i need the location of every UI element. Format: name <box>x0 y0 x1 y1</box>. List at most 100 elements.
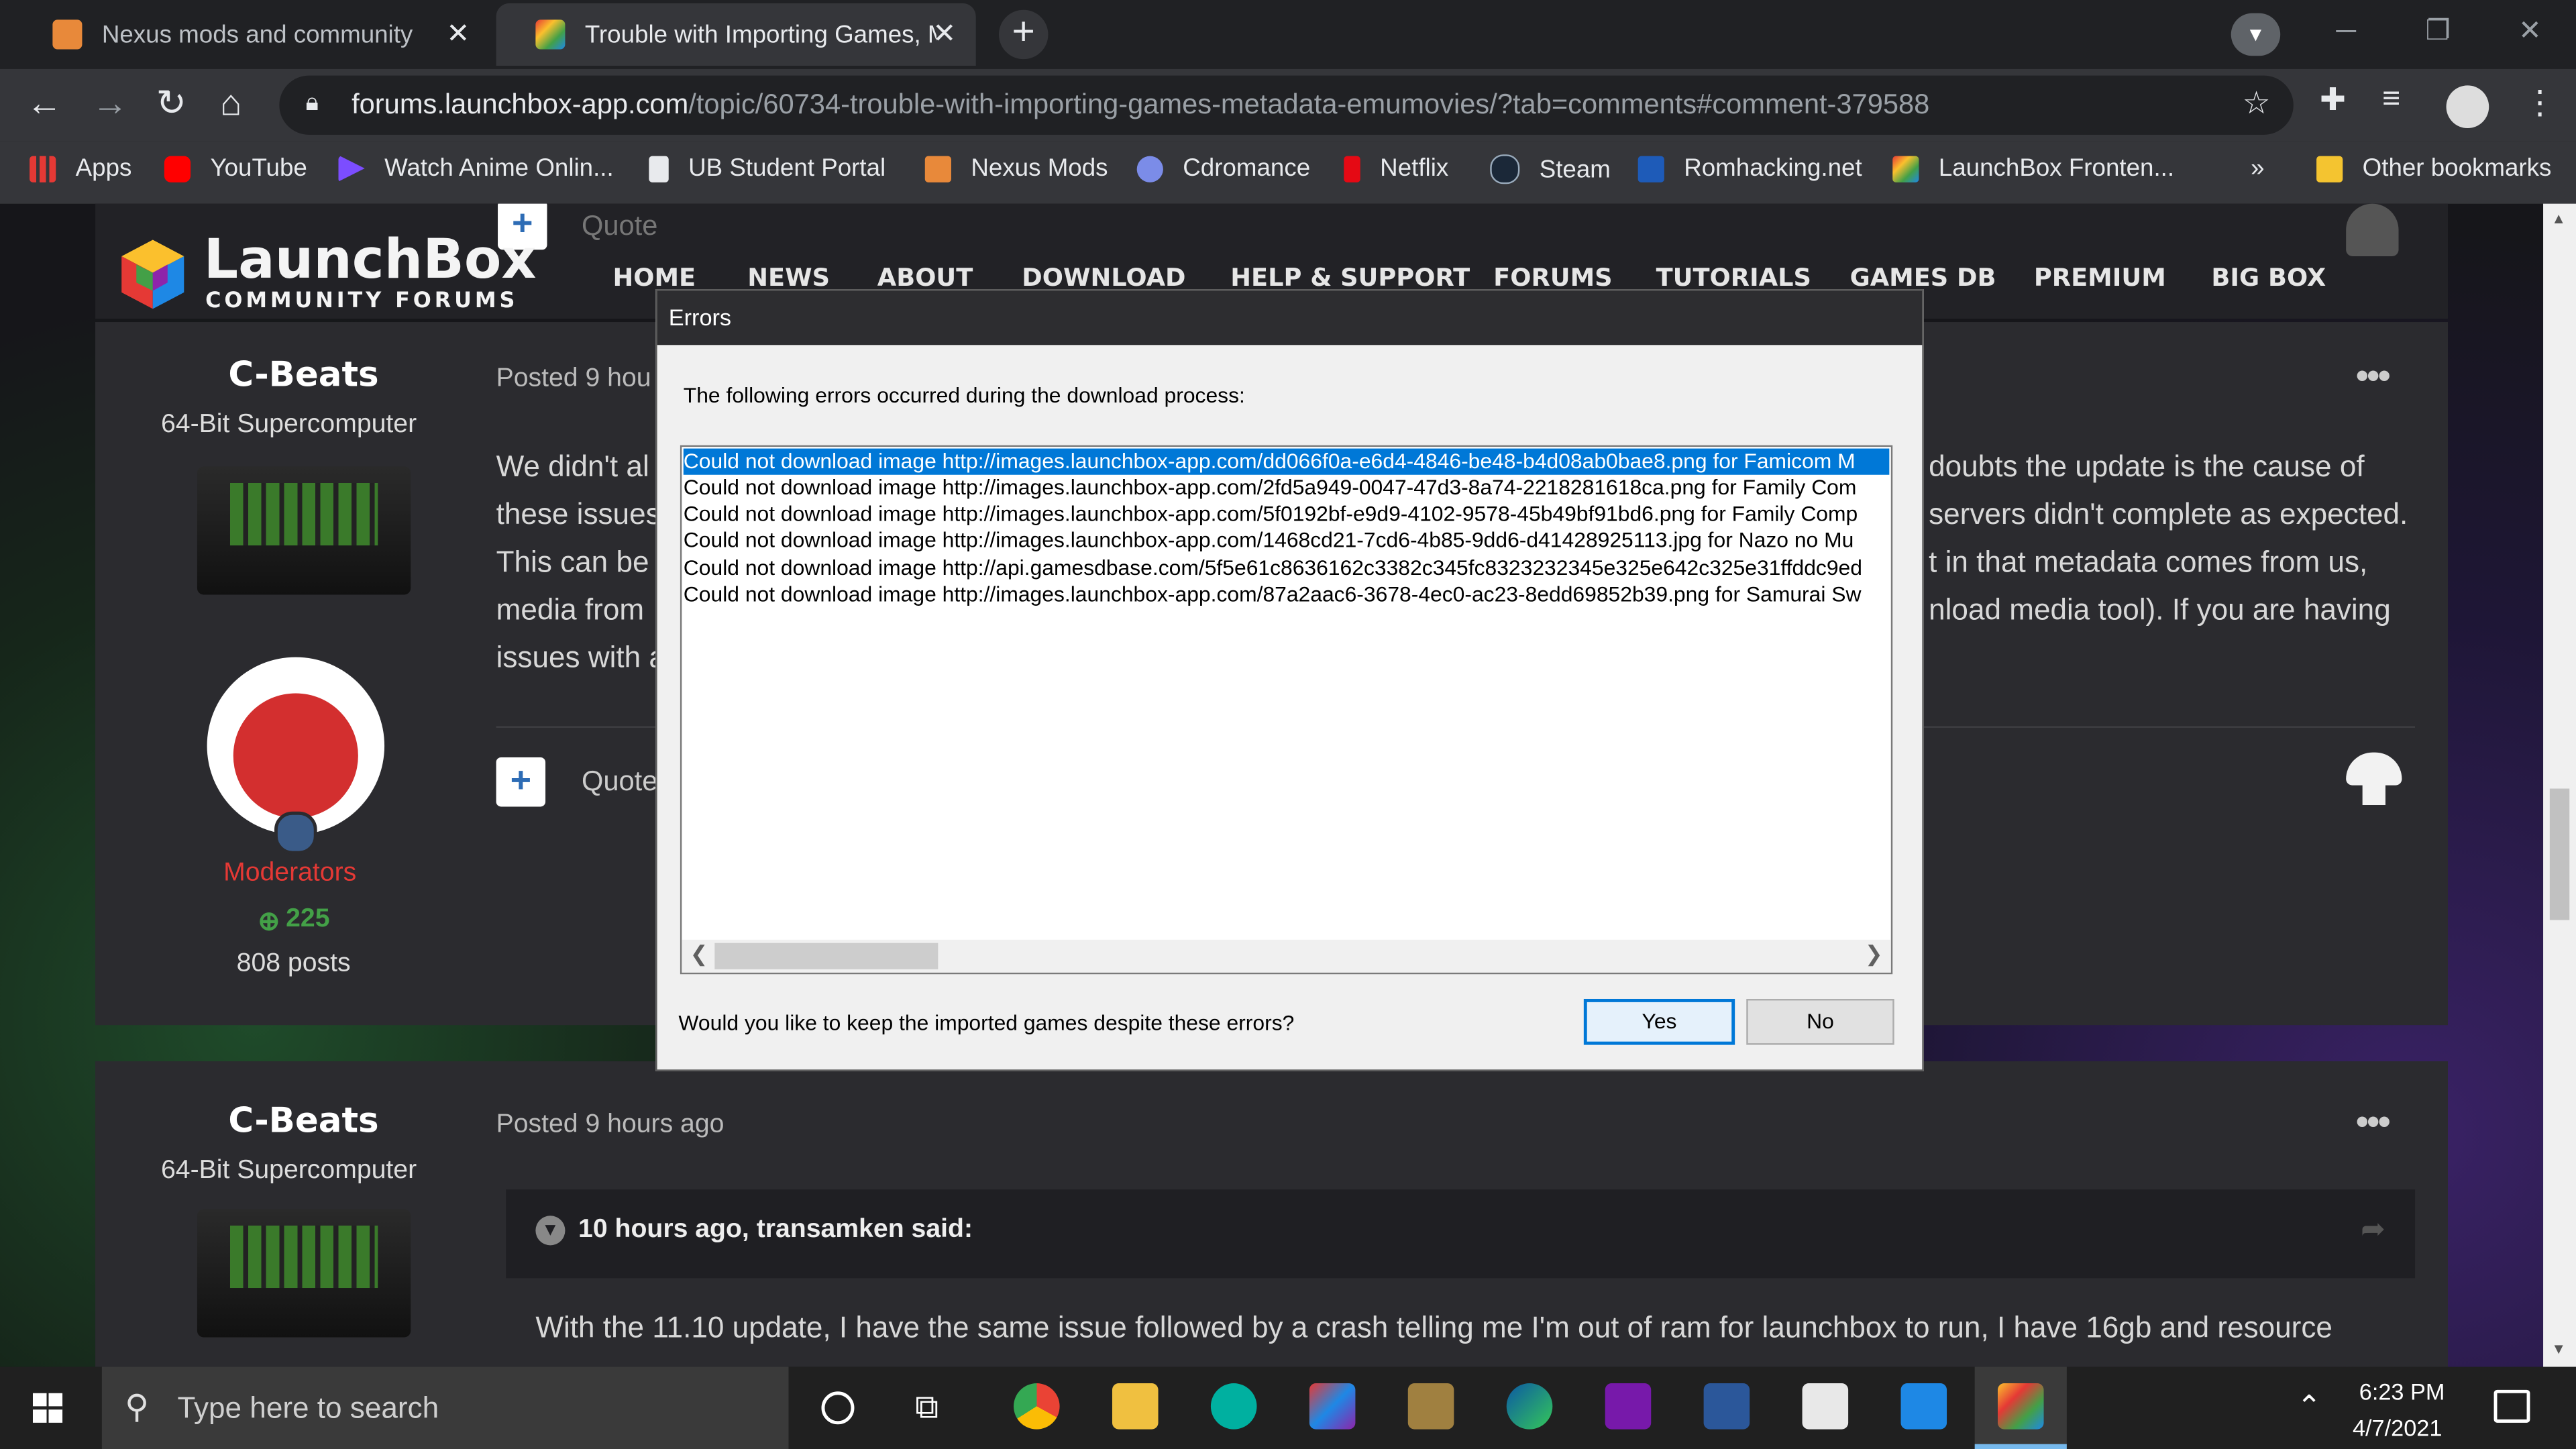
bookmark-label: Cdromance <box>1183 154 1311 182</box>
quote-add-button[interactable]: + <box>496 757 546 807</box>
media-control-icon[interactable]: ≡ <box>2382 82 2400 118</box>
error-list-item[interactable]: Could not download image http://images.l… <box>683 448 1890 475</box>
onenote-icon[interactable] <box>1605 1383 1652 1430</box>
scroll-right-icon[interactable]: ❯ <box>1865 941 1883 967</box>
extensions-icon[interactable]: ✚ <box>2320 82 2346 119</box>
scroll-thumb[interactable] <box>2549 788 2570 920</box>
chevron-down-icon[interactable]: ▼ <box>535 1216 566 1246</box>
nav-about[interactable]: ABOUT <box>877 263 973 292</box>
steam-icon <box>1490 154 1520 184</box>
bookmark-watch-anime[interactable]: Watch Anime Onlin... <box>338 154 614 182</box>
tray-chevron-up-icon[interactable]: ⌃ <box>2297 1390 2322 1424</box>
address-bar[interactable]: 🔒︎ forums.launchbox-app.com/topic/60734-… <box>279 75 2294 135</box>
task-view-icon[interactable]: ⧉ <box>915 1390 938 1428</box>
bookmark-star-icon[interactable]: ☆ <box>2243 85 2271 123</box>
nav-games-db[interactable]: GAMES DB <box>1850 263 1996 292</box>
launchbox-app-icon[interactable] <box>1309 1383 1356 1430</box>
nav-download[interactable]: DOWNLOAD <box>1022 263 1185 292</box>
profile-avatar[interactable] <box>2446 85 2489 129</box>
no-button[interactable]: No <box>1746 998 1894 1045</box>
youtube-icon <box>164 155 191 182</box>
notification-center-icon[interactable] <box>2493 1389 2530 1423</box>
error-list-item[interactable]: Could not download image http://api.game… <box>684 555 1890 582</box>
bookmark-steam[interactable]: Steam <box>1490 154 1611 184</box>
error-list-item[interactable]: Could not download image http://images.l… <box>684 582 1890 608</box>
bookmark-launchbox[interactable]: LaunchBox Fronten... <box>1892 154 2174 182</box>
yes-button[interactable]: Yes <box>1583 998 1735 1045</box>
post-timestamp[interactable]: Posted 9 hours ago <box>496 1111 724 1140</box>
horizontal-scrollbar[interactable]: ❮ ❯ <box>682 939 1891 973</box>
rank-badge-image <box>197 466 411 595</box>
app-icon[interactable] <box>1407 1383 1454 1430</box>
bookmark-youtube[interactable]: YouTube <box>164 154 307 182</box>
chrome-menu-icon[interactable]: ⋮ <box>2524 82 2557 123</box>
tab-search-icon[interactable]: ▼ <box>2231 13 2281 56</box>
nav-big-box[interactable]: BIG BOX <box>2211 263 2326 292</box>
post-options-icon[interactable]: ••• <box>2356 1101 2391 1144</box>
nav-forums[interactable]: FORUMS <box>1493 263 1612 292</box>
nexus-icon <box>924 155 951 182</box>
share-arrow-icon[interactable]: ➦ <box>2361 1212 2385 1246</box>
nexus-favicon-icon <box>52 19 83 50</box>
bookmark-label: Apps <box>75 154 132 182</box>
close-window-button[interactable]: ✕ <box>2484 0 2576 66</box>
nav-home[interactable]: HOME <box>612 263 696 292</box>
minimize-button[interactable]: ─ <box>2300 0 2392 66</box>
bookmark-nexus-mods[interactable]: Nexus Mods <box>924 154 1108 182</box>
launchbox-active-task[interactable] <box>1974 1366 2067 1449</box>
error-list-item[interactable]: Could not download image http://images.l… <box>684 527 1890 553</box>
nav-news[interactable]: NEWS <box>747 263 830 292</box>
chrome-taskbar-icon[interactable] <box>1014 1383 1060 1430</box>
quote-text: With the 11.10 update, I have the same i… <box>535 1311 2332 1344</box>
restore-button[interactable]: ❐ <box>2392 0 2484 66</box>
home-icon[interactable]: ⌂ <box>220 82 242 125</box>
post-timestamp[interactable]: Posted 9 hou <box>496 365 651 394</box>
browser-toolbar: ← → ↻ ⌂ 🔒︎ forums.launchbox-app.com/topi… <box>0 68 2576 142</box>
avatar[interactable] <box>207 657 385 835</box>
bookmark-apps[interactable]: Apps <box>30 154 131 182</box>
nav-help-support[interactable]: HELP & SUPPORT <box>1230 263 1470 292</box>
page-scrollbar[interactable]: ▲ ▼ <box>2543 203 2576 1367</box>
rank-badge-image <box>197 1209 411 1338</box>
error-list-item[interactable]: Could not download image http://images.l… <box>684 475 1890 501</box>
clock-date[interactable]: 4/7/2021 <box>2353 1415 2442 1441</box>
mushroom-icon <box>2346 752 2402 806</box>
bookmark-netflix[interactable]: Netflix <box>1344 154 1448 182</box>
bookmarks-overflow-button[interactable]: » <box>2251 154 2264 182</box>
mail-icon[interactable] <box>1900 1383 1947 1430</box>
scroll-down-icon[interactable]: ▼ <box>2551 1340 2566 1356</box>
scroll-up-icon[interactable]: ▲ <box>2551 210 2566 226</box>
post-author[interactable]: C-Beats <box>228 355 378 394</box>
forward-arrow-icon[interactable]: → <box>92 82 128 125</box>
reload-icon[interactable]: ↻ <box>156 82 186 125</box>
post-line: nload media tool). If you are having <box>1929 593 2391 627</box>
scroll-thumb[interactable] <box>714 943 938 969</box>
windows-start-icon[interactable] <box>32 1393 63 1423</box>
taskbar-search-box[interactable]: ⚲ Type here to search <box>101 1366 789 1449</box>
cortana-icon[interactable] <box>821 1391 855 1425</box>
other-bookmarks[interactable]: Other bookmarks <box>2316 154 2551 182</box>
back-arrow-icon[interactable]: ← <box>26 82 62 125</box>
store-icon[interactable] <box>1802 1383 1849 1430</box>
tab-nexus-mods[interactable]: Nexus mods and community ✕ <box>13 3 490 66</box>
scroll-left-icon[interactable]: ❮ <box>690 941 708 967</box>
edge-icon[interactable] <box>1506 1383 1553 1430</box>
post-options-icon[interactable]: ••• <box>2356 355 2391 398</box>
edge-legacy-icon[interactable] <box>1210 1383 1257 1430</box>
post-author[interactable]: C-Beats <box>228 1101 378 1140</box>
clock-time[interactable]: 6:23 PM <box>2359 1379 2445 1405</box>
close-tab-icon[interactable]: ✕ <box>932 18 956 51</box>
nav-premium[interactable]: PREMIUM <box>2034 263 2166 292</box>
quote-label[interactable]: Quote <box>582 765 657 798</box>
new-tab-button[interactable]: + <box>998 9 1049 60</box>
nav-tutorials[interactable]: TUTORIALS <box>1656 263 1811 292</box>
bookmark-romhacking[interactable]: Romhacking.net <box>1638 154 1862 182</box>
bookmark-cdromance[interactable]: Cdromance <box>1136 154 1311 182</box>
bookmark-ub-student-portal[interactable]: UB Student Portal <box>649 154 885 182</box>
tab-launchbox-forum[interactable]: Trouble with Importing Games, M ✕ <box>496 3 976 66</box>
error-list-item[interactable]: Could not download image http://images.l… <box>684 501 1890 527</box>
word-icon[interactable] <box>1703 1383 1750 1430</box>
file-explorer-icon[interactable] <box>1112 1383 1159 1430</box>
close-tab-icon[interactable]: ✕ <box>447 18 470 51</box>
errors-listbox[interactable]: Could not download image http://images.l… <box>680 445 1893 975</box>
